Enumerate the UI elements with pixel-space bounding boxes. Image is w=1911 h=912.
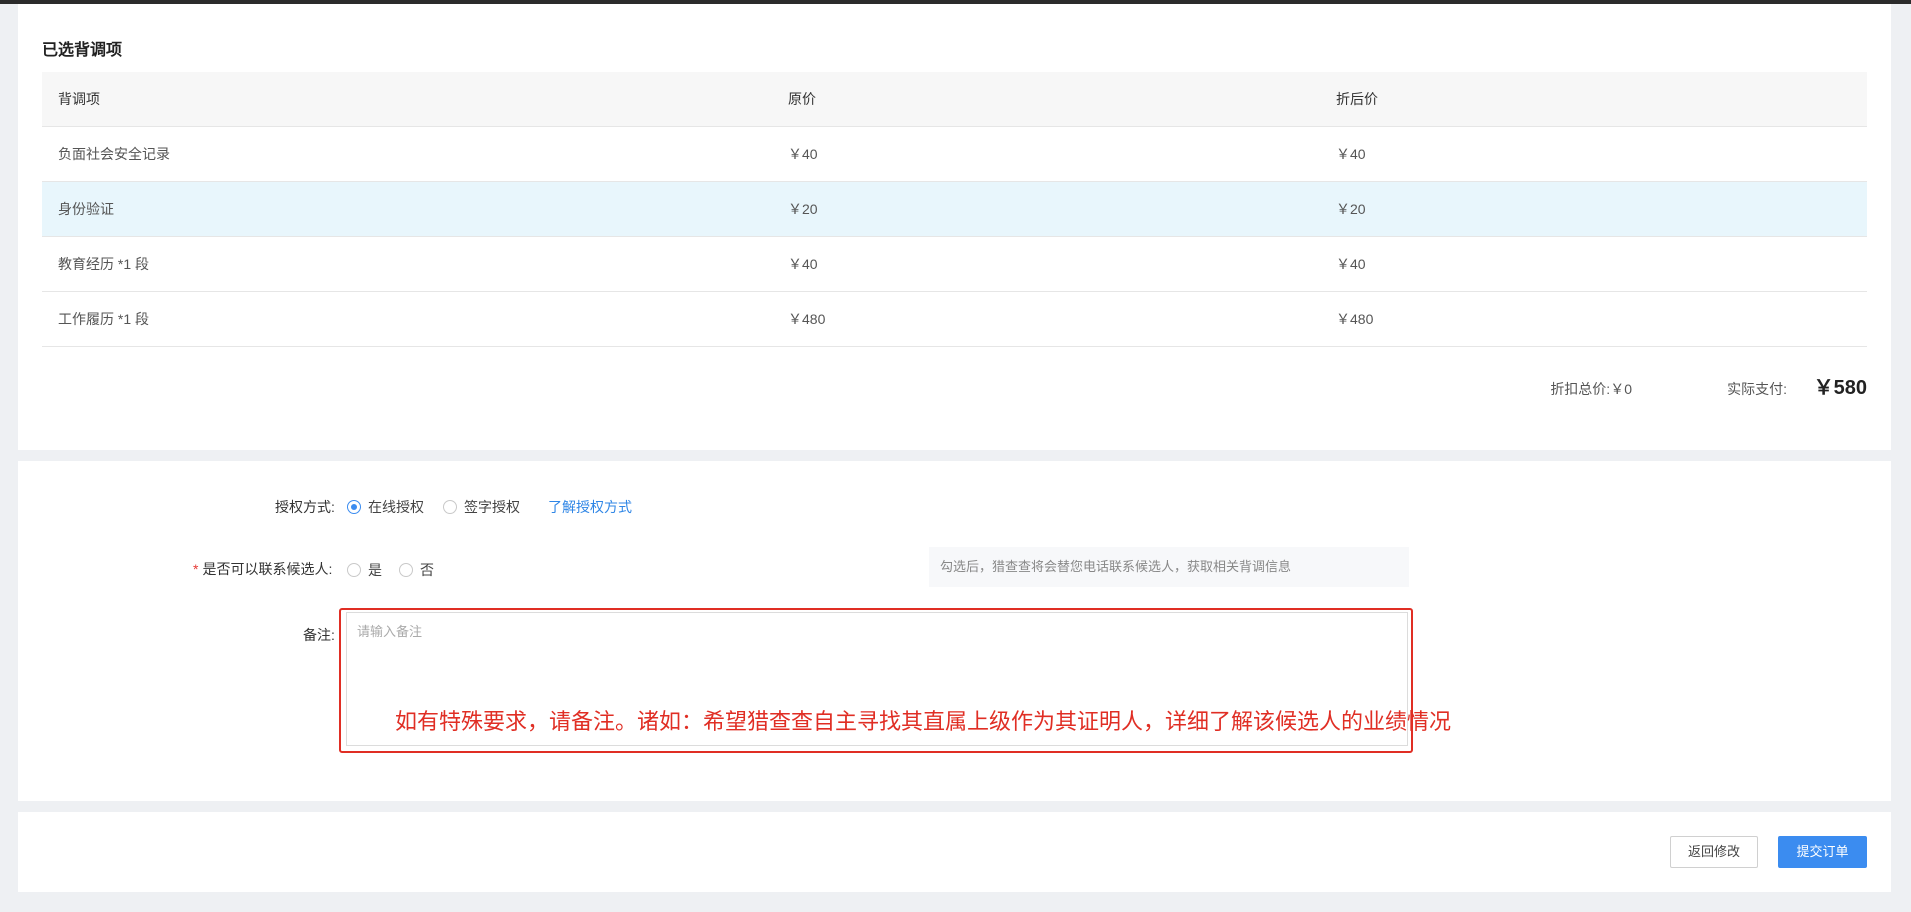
footer-actions: 返回修改 提交订单: [18, 812, 1891, 892]
auth-option-online[interactable]: 在线授权: [347, 497, 424, 517]
table-row: 身份验证 ￥20 ￥20: [42, 182, 1867, 237]
contact-option-yes[interactable]: 是: [347, 560, 382, 580]
row-discount-price: ￥40: [1336, 146, 1366, 162]
discount-total-value: ￥0: [1610, 381, 1632, 397]
column-header-price: 原价: [788, 91, 816, 107]
table-row: 负面社会安全记录 ￥40 ￥40: [42, 127, 1867, 182]
table-header: 背调项 原价 折后价: [42, 72, 1867, 127]
contact-candidate-label: * 是否可以联系候选人:: [193, 561, 333, 577]
row-price: ￥40: [788, 256, 818, 272]
row-discount-price: ￥20: [1336, 201, 1366, 217]
auth-option-signature[interactable]: 签字授权: [443, 497, 520, 517]
submit-order-button[interactable]: 提交订单: [1778, 836, 1867, 868]
table-row: 工作履历 *1 段 ￥480 ￥480: [42, 292, 1867, 347]
radio-checked-icon: [347, 500, 361, 514]
back-modify-button[interactable]: 返回修改: [1670, 836, 1758, 868]
discount-total: 折扣总价:￥0: [1550, 378, 1632, 400]
row-price: ￥20: [788, 201, 818, 217]
radio-unchecked-icon: [347, 563, 361, 577]
items-table: 背调项 原价 折后价 负面社会安全记录 ￥40 ￥40 身份验证 ￥20 ￥20…: [42, 72, 1867, 347]
radio-unchecked-icon: [443, 500, 457, 514]
row-item: 身份验证: [58, 201, 114, 217]
column-header-discount-price: 折后价: [1336, 91, 1378, 107]
auth-method-label: 授权方式:: [275, 499, 335, 515]
row-discount-price: ￥480: [1336, 311, 1374, 327]
radio-unchecked-icon: [399, 563, 413, 577]
section-title: 已选背调项: [42, 42, 123, 59]
actual-pay-label: 实际支付:: [1727, 381, 1787, 397]
learn-auth-method-link[interactable]: 了解授权方式: [548, 497, 632, 517]
row-price: ￥40: [788, 146, 818, 162]
row-price: ￥480: [788, 311, 826, 327]
contact-option-no[interactable]: 否: [399, 560, 434, 580]
row-item: 教育经历 *1 段: [58, 256, 150, 272]
column-header-item: 背调项: [58, 91, 100, 107]
remark-label: 备注:: [303, 627, 335, 643]
required-mark: *: [193, 561, 199, 577]
row-item: 负面社会安全记录: [58, 146, 170, 162]
table-row: 教育经历 *1 段 ￥40 ￥40: [42, 237, 1867, 292]
annotation-text: 如有特殊要求，请备注。诸如：希望猎查查自主寻找其直属上级作为其证明人，详细了解该…: [395, 709, 1452, 734]
row-item: 工作履历 *1 段: [58, 311, 150, 327]
contact-hint: 勾选后，猎查查将会替您电话联系候选人，获取相关背调信息: [929, 547, 1409, 587]
selected-items-panel: 已选背调项 背调项 原价 折后价 负面社会安全记录 ￥40 ￥40 身份验证 ￥…: [18, 4, 1891, 450]
row-discount-price: ￥40: [1336, 256, 1366, 272]
authorization-form-panel: 授权方式: 在线授权 签字授权 了解授权方式 * 是否可以联系候选人: 是 否 勾…: [18, 461, 1891, 801]
actual-pay-value: ￥580: [1813, 377, 1867, 399]
discount-total-label: 折扣总价:: [1550, 381, 1611, 397]
